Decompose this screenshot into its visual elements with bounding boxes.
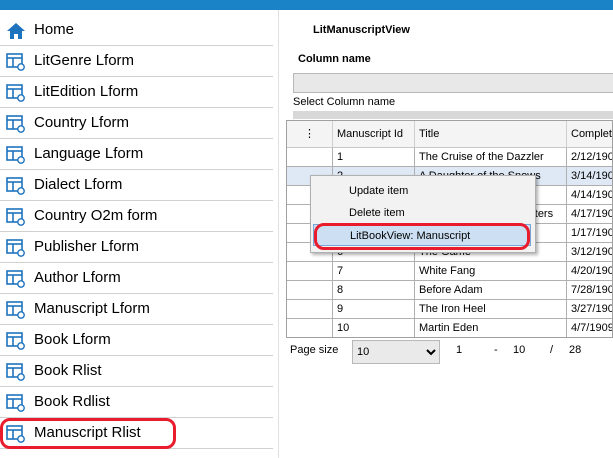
grid-header: ⋮ Manuscript Id Title Complet [287, 121, 612, 148]
sidebar-item-label: Country Lform [34, 114, 130, 131]
sidebar-item-home[interactable]: Home [0, 16, 273, 46]
cell-manuscript-id[interactable]: 1 [333, 148, 415, 167]
pager: Page size 10 1 - 10 / 28 [286, 340, 613, 364]
form-icon [6, 177, 26, 195]
column-name-combobox[interactable] [293, 73, 613, 93]
cell-completed[interactable]: 1/17/190 [567, 224, 612, 243]
row-selector[interactable] [287, 281, 333, 300]
select-column-hint: Select Column name [293, 96, 396, 108]
cell-title[interactable]: The Cruise of the Dazzler [415, 148, 567, 167]
sidebar-item-manuscript-lform[interactable]: Manuscript Lform [0, 295, 273, 325]
menu-item-delete[interactable]: Delete item [313, 202, 531, 224]
column-header-title[interactable]: Title [415, 121, 567, 147]
column-name-label: Column name [298, 53, 371, 65]
form-icon [6, 363, 26, 381]
cell-completed[interactable]: 3/27/190 [567, 300, 612, 319]
sidebar-item-label: Publisher Lform [34, 238, 140, 255]
form-icon [6, 394, 26, 412]
sidebar-item-label: Author Lform [34, 269, 121, 286]
sidebar-item-label: Country O2m form [34, 207, 158, 224]
page-from: 1 [456, 344, 463, 356]
form-icon [6, 332, 26, 350]
sidebar-item-country-o2m-form[interactable]: Country O2m form [0, 202, 273, 232]
page-range-dash: - [494, 344, 498, 356]
form-icon [6, 53, 26, 71]
cell-completed[interactable]: 4/20/190 [567, 262, 612, 281]
table-row[interactable]: 1 The Cruise of the Dazzler 2/12/190 [287, 148, 612, 167]
form-icon [6, 301, 26, 319]
cell-manuscript-id[interactable]: 8 [333, 281, 415, 300]
sidebar-item-label: Home [34, 21, 75, 38]
cell-manuscript-id[interactable]: 10 [333, 319, 415, 337]
cell-title[interactable]: The Iron Heel [415, 300, 567, 319]
form-icon [6, 115, 26, 133]
row-selector[interactable] [287, 319, 333, 337]
sidebar-item-litedition-lform[interactable]: LitEdition Lform [0, 78, 273, 108]
form-icon [6, 146, 26, 164]
cell-title[interactable]: Martin Eden [415, 319, 567, 337]
sidebar-divider[interactable] [278, 10, 279, 458]
table-row[interactable]: 10 Martin Eden 4/7/1909 [287, 319, 612, 337]
column-header-completed[interactable]: Complet [567, 121, 612, 147]
cell-manuscript-id[interactable]: 9 [333, 300, 415, 319]
cell-title[interactable]: White Fang [415, 262, 567, 281]
sidebar-item-country-lform[interactable]: Country Lform [0, 109, 273, 139]
form-icon [6, 239, 26, 257]
app-top-bar [0, 0, 613, 10]
row-selector[interactable] [287, 300, 333, 319]
table-row[interactable]: 8 Before Adam 7/28/190 [287, 281, 612, 300]
cell-title[interactable]: Before Adam [415, 281, 567, 300]
table-row[interactable]: 7 White Fang 4/20/190 [287, 262, 612, 281]
sidebar-item-dialect-lform[interactable]: Dialect Lform [0, 171, 273, 201]
sidebar-item-label: Dialect Lform [34, 176, 123, 193]
sidebar-item-label: Book Lform [34, 331, 111, 348]
sidebar-item-publisher-lform[interactable]: Publisher Lform [0, 233, 273, 263]
highlight-annotation-sidebar [0, 418, 176, 449]
sidebar-item-label: Language Lform [34, 145, 144, 162]
grid-menu-icon[interactable]: ⋮ [287, 121, 333, 147]
sidebar-item-label: Book Rdlist [34, 393, 110, 410]
sidebar-item-litgenre-lform[interactable]: LitGenre Lform [0, 47, 273, 77]
cell-completed[interactable]: 4/14/190 [567, 186, 612, 205]
page-to: 10 [513, 344, 526, 356]
row-selector[interactable] [287, 148, 333, 167]
sidebar-item-book-lform[interactable]: Book Lform [0, 326, 273, 356]
cell-completed[interactable]: 3/12/190 [567, 243, 612, 262]
form-icon [6, 270, 26, 288]
table-row[interactable]: 9 The Iron Heel 3/27/190 [287, 300, 612, 319]
sidebar-item-label: LitEdition Lform [34, 83, 139, 100]
column-chooser-bar[interactable] [293, 111, 613, 119]
cell-completed[interactable]: 2/12/190 [567, 148, 612, 167]
page-size-label: Page size [290, 344, 339, 356]
form-icon [6, 208, 26, 226]
menu-item-update[interactable]: Update item [313, 180, 531, 202]
sidebar-item-author-lform[interactable]: Author Lform [0, 264, 273, 294]
cell-completed[interactable]: 4/7/1909 [567, 319, 612, 337]
cell-manuscript-id[interactable]: 7 [333, 262, 415, 281]
page-total: 28 [569, 344, 582, 356]
row-selector[interactable] [287, 262, 333, 281]
form-icon [6, 84, 26, 102]
sidebar: Home LitGenre Lform LitEdition Lform Cou… [0, 16, 273, 458]
cell-completed[interactable]: 7/28/190 [567, 281, 612, 300]
page-range-slash: / [550, 344, 554, 356]
sidebar-item-label: LitGenre Lform [34, 52, 135, 69]
cell-completed[interactable]: 3/14/190 [567, 167, 612, 186]
highlight-annotation-menu [314, 223, 530, 250]
home-icon [6, 22, 26, 40]
sidebar-item-label: Manuscript Lform [34, 300, 150, 317]
sidebar-item-book-rlist[interactable]: Book Rlist [0, 357, 273, 387]
sidebar-item-label: Book Rlist [34, 362, 102, 379]
page-title: LitManuscriptView [313, 24, 410, 36]
page-size-select[interactable]: 10 [352, 340, 440, 364]
column-header-manuscript-id[interactable]: Manuscript Id [333, 121, 415, 147]
sidebar-item-language-lform[interactable]: Language Lform [0, 140, 273, 170]
cell-completed[interactable]: 4/17/190 [567, 205, 612, 224]
sidebar-item-book-rdlist[interactable]: Book Rdlist [0, 388, 273, 418]
